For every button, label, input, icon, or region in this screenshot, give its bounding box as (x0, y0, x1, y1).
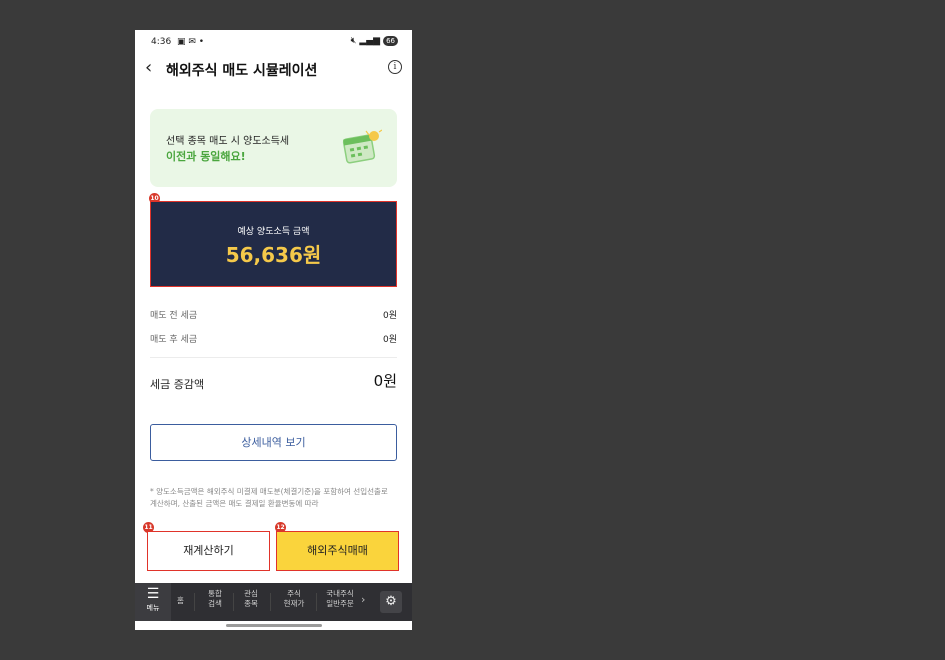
tax-change-label: 세금 증감액 (150, 378, 205, 391)
note-fade (135, 510, 412, 532)
disclaimer-note: * 양도소득금액은 해외주식 미결제 매도분(체결기준)을 포함하여 선입선출로… (150, 487, 388, 508)
tax-change-value: 0원 (373, 372, 397, 390)
tax-before-value: 0원 (382, 311, 397, 321)
gear-icon[interactable]: ⚙ (380, 591, 402, 613)
banner-line1: 선택 종목 매도 시 양도소득세 (166, 136, 290, 147)
expected-gain-label: 예상 양도소득 금액 (237, 227, 310, 237)
nav-home[interactable]: 홈 (177, 596, 184, 606)
nav-watchlist-l1: 관심 (244, 589, 258, 598)
nav-quote[interactable]: 주식 현재가 (275, 589, 313, 609)
nav-watchlist-l2: 종목 (244, 599, 258, 608)
bottom-nav: ☰ 메뉴 홈 통합 검색 관심 종목 주식 현재가 국내주식 일반주문 › ⚙ (135, 583, 412, 621)
nav-watchlist[interactable]: 관심 종목 (237, 589, 265, 609)
nav-separator (270, 593, 271, 611)
nav-separator (233, 593, 234, 611)
overseas-trade-button[interactable]: 해외주식매매 (276, 531, 399, 571)
nav-separator (194, 593, 195, 611)
expected-gain-amount: 56,636원 (225, 243, 322, 267)
nav-search-l2: 검색 (208, 599, 222, 608)
calendar-icon (342, 129, 382, 164)
tax-change-row: 세금 증감액 0원 (150, 372, 397, 392)
nav-quote-l2: 현재가 (283, 599, 305, 608)
status-time: 4:36 (151, 37, 172, 47)
home-indicator (226, 624, 322, 627)
divider (150, 357, 397, 358)
status-right: 🔇︎ ▂▄▆ 66 (351, 36, 398, 46)
app-header: ‹ 해외주식 매도 시뮬레이션 i (135, 54, 412, 86)
nav-home-label: 홈 (177, 596, 184, 605)
info-icon[interactable]: i (388, 60, 402, 74)
nav-domestic-order[interactable]: 국내주식 일반주문 (319, 589, 361, 609)
status-bar: 4:36 ▣ ✉ • 🔇︎ ▂▄▆ 66 (135, 30, 412, 54)
nav-domestic-l1: 국내주식 (326, 589, 354, 598)
chevron-right-icon[interactable]: › (361, 593, 365, 606)
nav-search[interactable]: 통합 검색 (201, 589, 229, 609)
battery-icon: 66 (383, 36, 398, 46)
page-title: 해외주식 매도 시뮬레이션 (166, 63, 318, 79)
tax-after-label: 매도 후 세금 (150, 335, 198, 345)
tax-after-row: 매도 후 세금 0원 (150, 332, 397, 345)
signal-icon: ▂▄▆ (359, 36, 381, 46)
view-details-button[interactable]: 상세내역 보기 (150, 424, 397, 461)
mute-icon: 🔇︎ (350, 36, 357, 46)
tax-before-row: 매도 전 세금 0원 (150, 308, 397, 321)
tax-after-value: 0원 (382, 335, 397, 345)
nav-separator (316, 593, 317, 611)
status-notification-icons: ▣ ✉ • (177, 37, 205, 47)
phone-screen: 4:36 ▣ ✉ • 🔇︎ ▂▄▆ 66 ‹ 해외주식 매도 시뮬레이션 i 선… (135, 30, 412, 630)
hamburger-icon: ☰ (146, 586, 160, 602)
tax-before-label: 매도 전 세금 (150, 311, 198, 321)
nav-menu[interactable]: ☰ 메뉴 (135, 583, 171, 621)
tax-notice-banner: 선택 종목 매도 시 양도소득세 이전과 동일해요! (150, 109, 397, 187)
nav-search-l1: 통합 (208, 589, 222, 598)
nav-menu-label: 메뉴 (146, 604, 160, 612)
banner-line2: 이전과 동일해요! (166, 150, 246, 163)
nav-domestic-l2: 일반주문 (326, 599, 354, 608)
expected-gain-card: 예상 양도소득 금액 56,636원 (150, 201, 397, 287)
back-icon[interactable]: ‹ (145, 57, 152, 78)
recalculate-button[interactable]: 재계산하기 (147, 531, 270, 571)
nav-quote-l1: 주식 (287, 589, 301, 598)
